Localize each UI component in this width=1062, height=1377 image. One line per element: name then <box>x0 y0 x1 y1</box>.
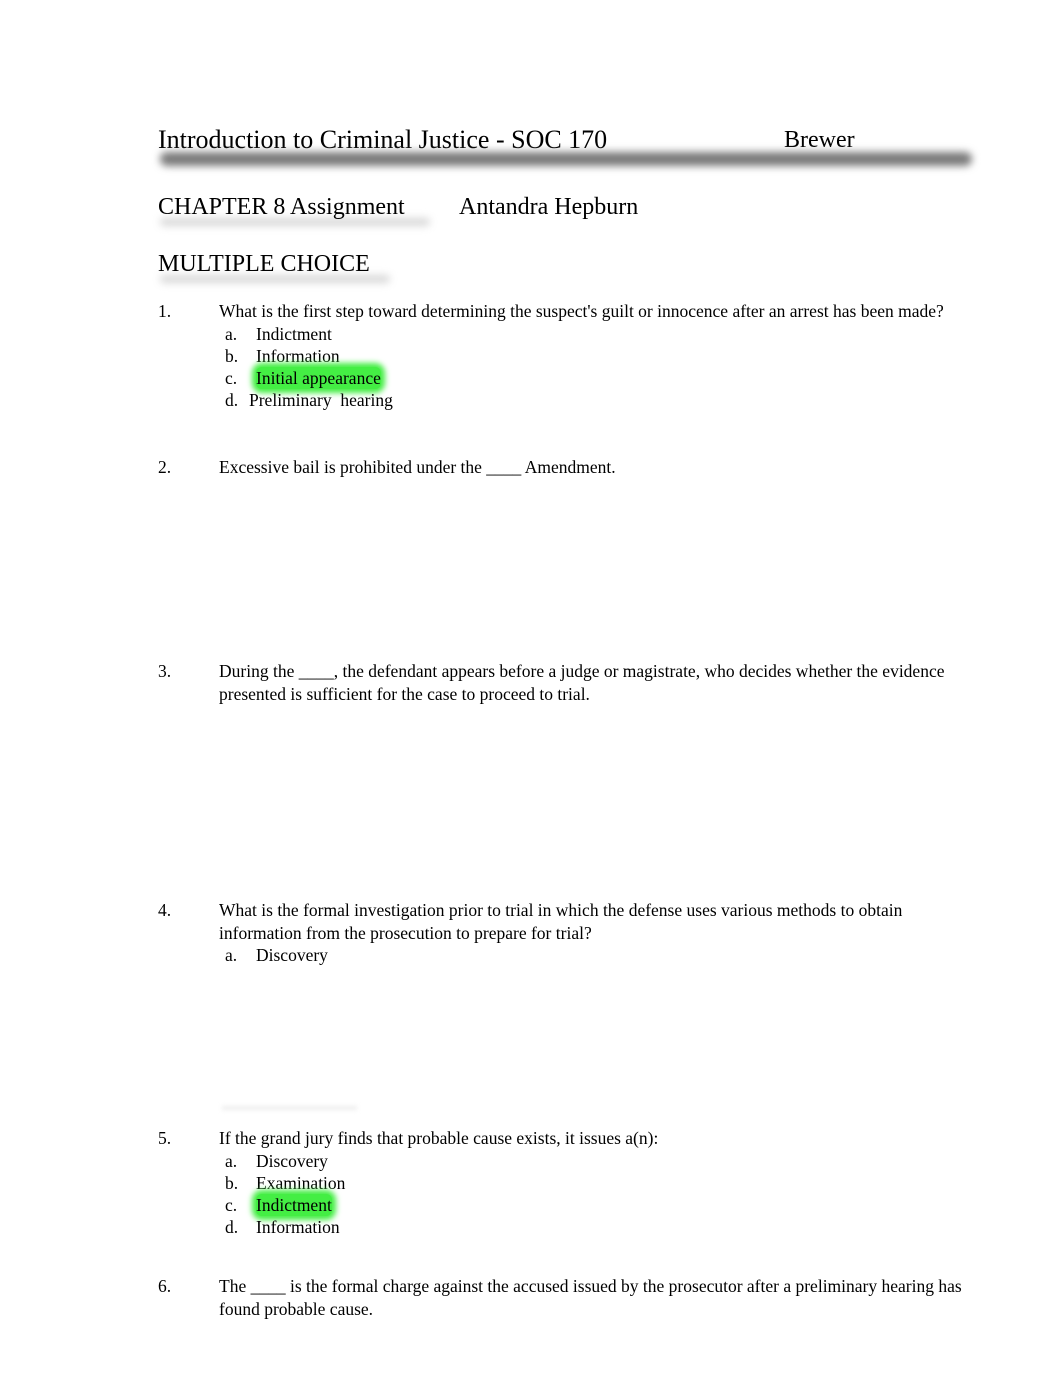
option-letter: c. <box>225 1194 238 1215</box>
question-3: 3. During the ____, the defendant appear… <box>158 660 978 705</box>
question-2: 2. Excessive bail is prohibited under th… <box>158 456 978 479</box>
instructor-name: Brewer <box>784 127 855 153</box>
option-d: d. Information <box>219 1216 978 1238</box>
highlighted-answer: Indictment <box>256 1193 332 1216</box>
option-c: c. Initial appearance <box>219 366 978 389</box>
option-d: d. Preliminary hearing <box>219 389 978 411</box>
option-letter: a. <box>225 1150 238 1171</box>
option-letter: a. <box>225 945 238 965</box>
option-label: Discovery <box>256 1150 328 1171</box>
options-list: a. Discovery b. Examination c. Indictmen… <box>219 1150 978 1238</box>
option-label: Information <box>256 345 340 366</box>
highlighted-answer: Initial appearance <box>256 366 381 389</box>
assignment-title: CHAPTER 8 Assignment <box>158 194 405 220</box>
options-list: a. Indictment b. Information c. Initial … <box>219 323 978 411</box>
option-a: a. Indictment <box>219 323 978 345</box>
option-b: b. Information <box>219 345 978 367</box>
question-text: What is the formal investigation prior t… <box>219 900 903 943</box>
options-list: a. Discovery <box>219 944 978 966</box>
question-4: 4. What is the formal investigation prio… <box>158 899 978 966</box>
question-number: 5. <box>158 1128 172 1148</box>
option-letter: b. <box>225 345 239 366</box>
option-label: Examination <box>256 1172 346 1193</box>
question-number: 4. <box>158 900 172 920</box>
question-number: 3. <box>158 661 172 681</box>
option-letter: a. <box>225 323 238 344</box>
question-1: 1. What is the first step toward determi… <box>158 300 978 411</box>
header-shadow-divider <box>160 152 972 166</box>
question-number: 2. <box>158 457 172 477</box>
question-text: During the ____, the defendant appears b… <box>219 661 945 704</box>
question-6: 6. The ____ is the formal charge against… <box>158 1275 978 1320</box>
option-label: Discovery <box>256 945 328 965</box>
student-name: Antandra Hepburn <box>459 194 639 220</box>
option-label: Indictment <box>256 323 332 344</box>
option-a: a. Discovery <box>219 944 978 966</box>
option-letter: b. <box>225 1172 239 1193</box>
question-number: 6. <box>158 1276 172 1296</box>
course-title: Introduction to Criminal Justice - SOC 1… <box>158 125 608 154</box>
question-text: If the grand jury finds that probable ca… <box>219 1128 659 1148</box>
question-number: 1. <box>158 301 172 321</box>
option-label: Preliminary hearing <box>249 389 393 410</box>
question-text: The ____ is the formal charge against th… <box>219 1276 962 1319</box>
option-letter: d. <box>225 1216 239 1237</box>
question-text: What is the first step toward determinin… <box>219 301 944 321</box>
question-5: 5. If the grand jury finds that probable… <box>158 1127 978 1238</box>
option-c: c. Indictment <box>219 1193 978 1216</box>
option-a: a. Discovery <box>219 1150 978 1172</box>
question-text: Excessive bail is prohibited under the _… <box>219 457 616 477</box>
option-letter: c. <box>225 367 238 388</box>
faint-divider <box>222 1106 357 1110</box>
option-letter: d. <box>225 389 239 410</box>
section-title: MULTIPLE CHOICE <box>158 251 370 277</box>
option-label: Information <box>256 1216 340 1237</box>
option-b: b. Examination <box>219 1172 978 1194</box>
